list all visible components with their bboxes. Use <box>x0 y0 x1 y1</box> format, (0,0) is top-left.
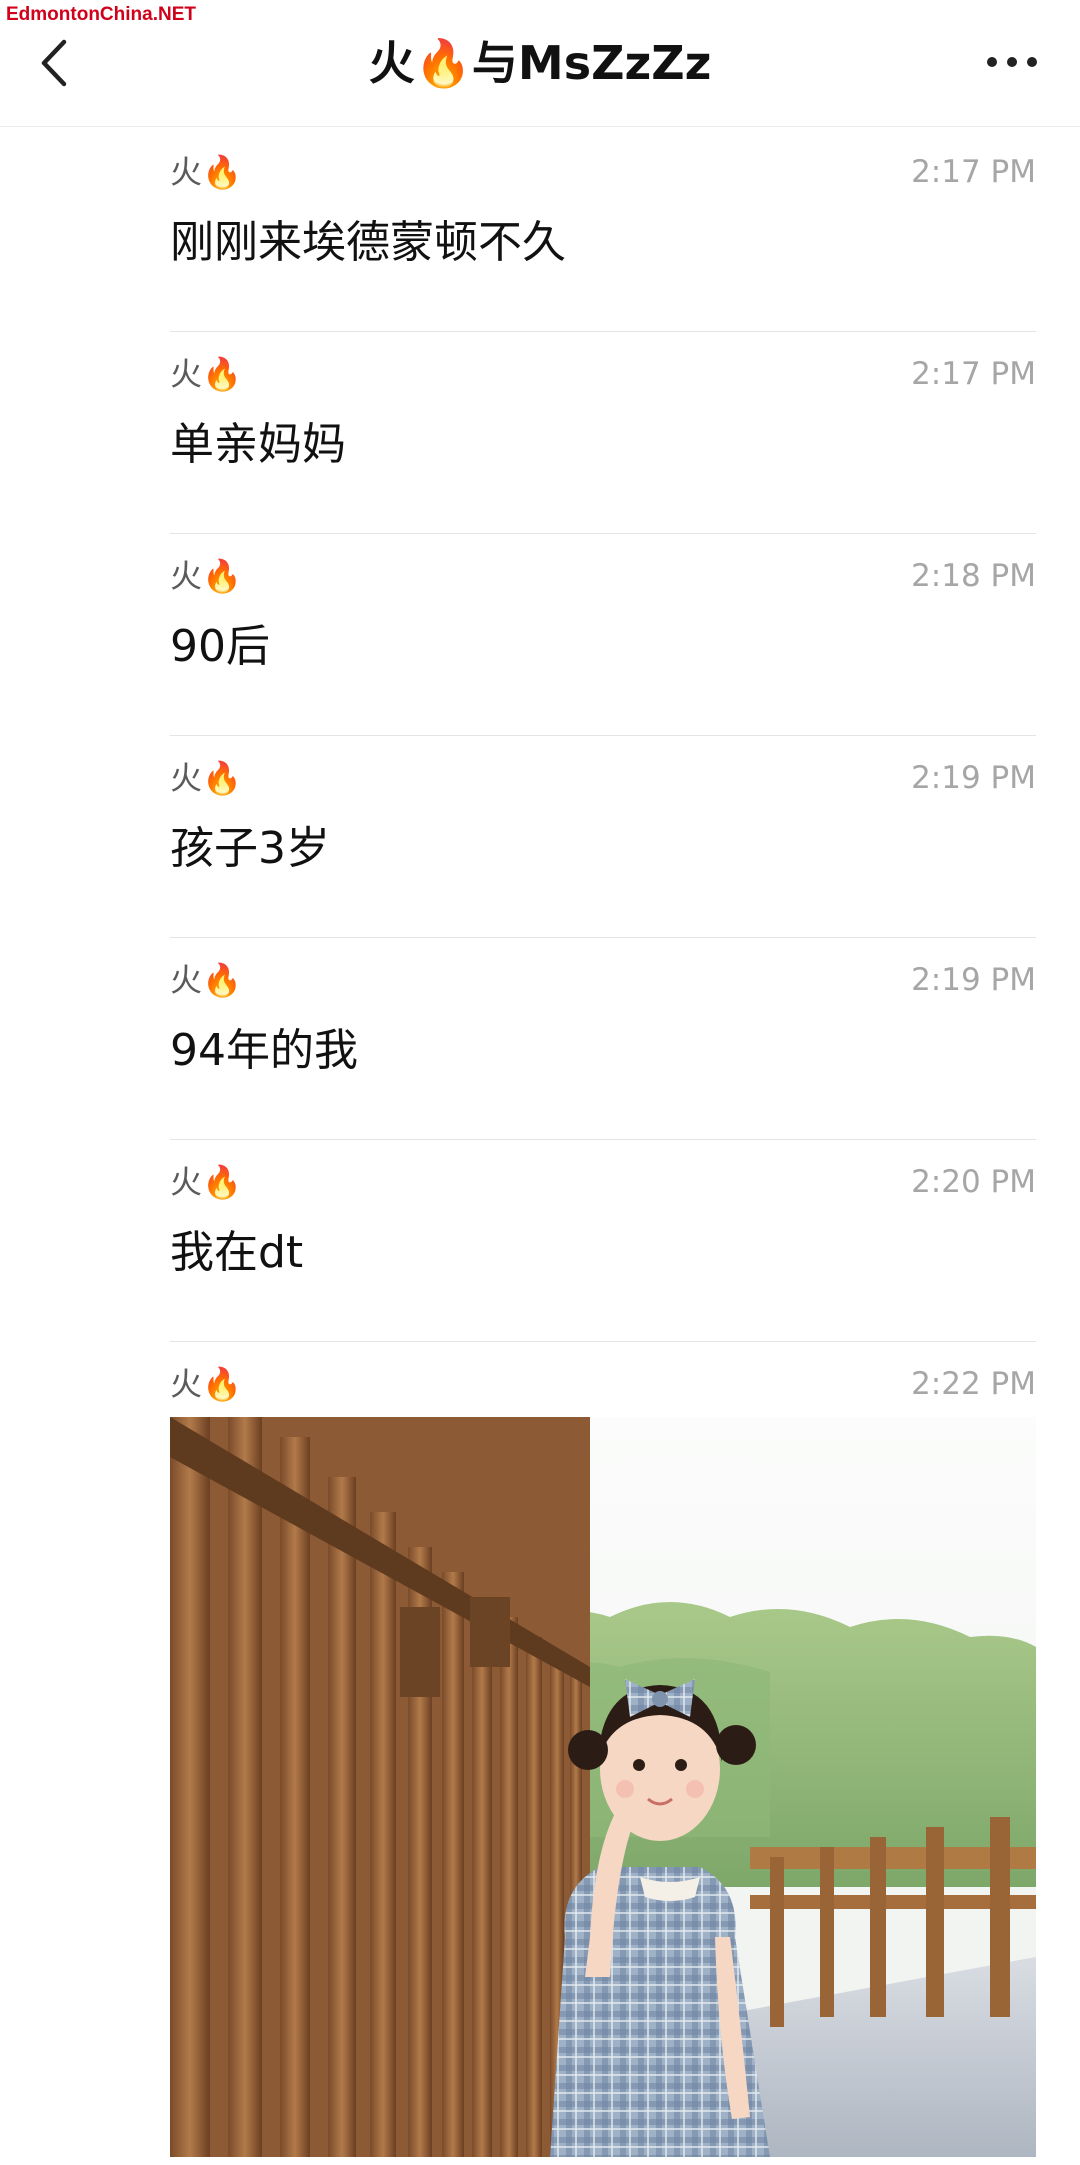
message-item[interactable]: 火🔥 2:17 PM 刚刚来埃德蒙顿不久 <box>170 130 1036 332</box>
more-horizontal-icon <box>987 57 1037 67</box>
message-time: 2:18 PM <box>911 558 1036 594</box>
chat-title: 火🔥与MsZzZz <box>368 36 712 90</box>
message-item[interactable]: 火🔥 2:19 PM 94年的我 <box>170 938 1036 1140</box>
child-photo-image <box>170 1417 1036 2157</box>
message-time: 2:19 PM <box>911 962 1036 998</box>
message-text: 94年的我 <box>170 1025 358 1076</box>
message-item[interactable]: 火🔥 2:17 PM 单亲妈妈 <box>170 332 1036 534</box>
message-item[interactable]: 火🔥 2:18 PM 90后 <box>170 534 1036 736</box>
message-sender: 火🔥 <box>170 1365 242 1403</box>
message-time: 2:20 PM <box>911 1164 1036 1200</box>
message-text: 我在dt <box>170 1227 304 1278</box>
message-item[interactable]: 火🔥 2:20 PM 我在dt <box>170 1140 1036 1342</box>
message-text: 刚刚来埃德蒙顿不久 <box>170 217 566 268</box>
message-photo[interactable] <box>170 1417 1036 2157</box>
message-sender: 火🔥 <box>170 1163 242 1201</box>
message-sender: 火🔥 <box>170 961 242 999</box>
message-sender: 火🔥 <box>170 153 242 191</box>
message-time: 2:22 PM <box>911 1366 1036 1402</box>
chevron-left-icon <box>41 39 67 87</box>
more-options-button[interactable] <box>982 44 1042 80</box>
message-text: 孩子3岁 <box>170 823 330 874</box>
message-text: 单亲妈妈 <box>170 419 346 470</box>
message-time: 2:19 PM <box>911 760 1036 796</box>
message-item[interactable]: 火🔥 2:19 PM 孩子3岁 <box>170 736 1036 938</box>
message-sender: 火🔥 <box>170 557 242 595</box>
message-time: 2:17 PM <box>911 154 1036 190</box>
message-sender: 火🔥 <box>170 759 242 797</box>
back-button[interactable] <box>30 28 86 98</box>
watermark: EdmontonChina.NET <box>6 4 196 25</box>
message-sender: 火🔥 <box>170 355 242 393</box>
message-time: 2:17 PM <box>911 356 1036 392</box>
message-text: 90后 <box>170 621 270 672</box>
message-list: 火🔥 2:17 PM 刚刚来埃德蒙顿不久 火🔥 2:17 PM 单亲妈妈 火🔥 … <box>170 130 1036 1403</box>
